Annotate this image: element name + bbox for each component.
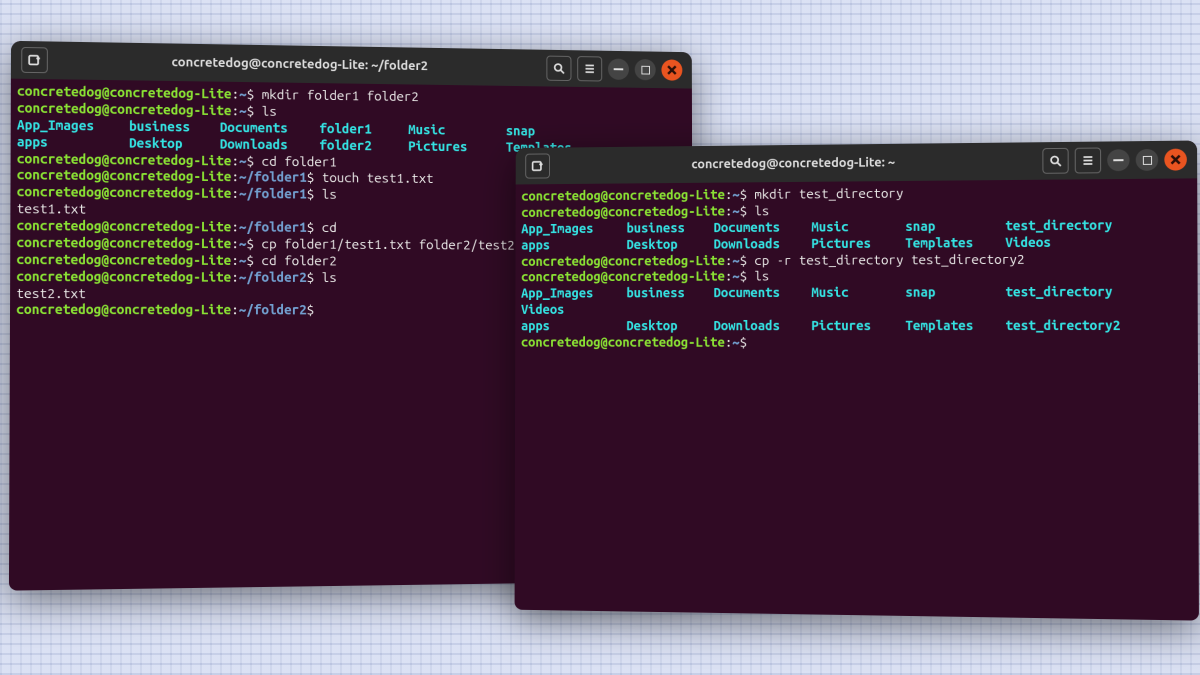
maximize-button[interactable] — [635, 59, 656, 80]
titlebar[interactable]: concretedog@concretedog-Lite: ~ — [516, 140, 1198, 184]
terminal-window-2: concretedog@concretedog-Lite: ~ concrete… — [515, 140, 1199, 620]
window-title: concretedog@concretedog-Lite: ~/folder2 — [56, 52, 539, 75]
minimize-button[interactable] — [608, 59, 629, 80]
menu-icon[interactable] — [577, 56, 602, 81]
new-tab-icon[interactable] — [21, 47, 48, 73]
search-icon[interactable] — [546, 56, 571, 81]
search-icon[interactable] — [1042, 148, 1068, 174]
terminal-output[interactable]: concretedog@concretedog-Lite:~$ mkdir te… — [515, 178, 1198, 354]
window-title: concretedog@concretedog-Lite: ~ — [558, 153, 1035, 174]
close-button[interactable] — [661, 59, 682, 80]
maximize-button[interactable] — [1136, 149, 1159, 171]
menu-icon[interactable] — [1075, 148, 1101, 174]
minimize-button[interactable] — [1107, 149, 1129, 171]
close-button[interactable] — [1164, 149, 1187, 171]
new-tab-icon[interactable] — [525, 153, 550, 178]
